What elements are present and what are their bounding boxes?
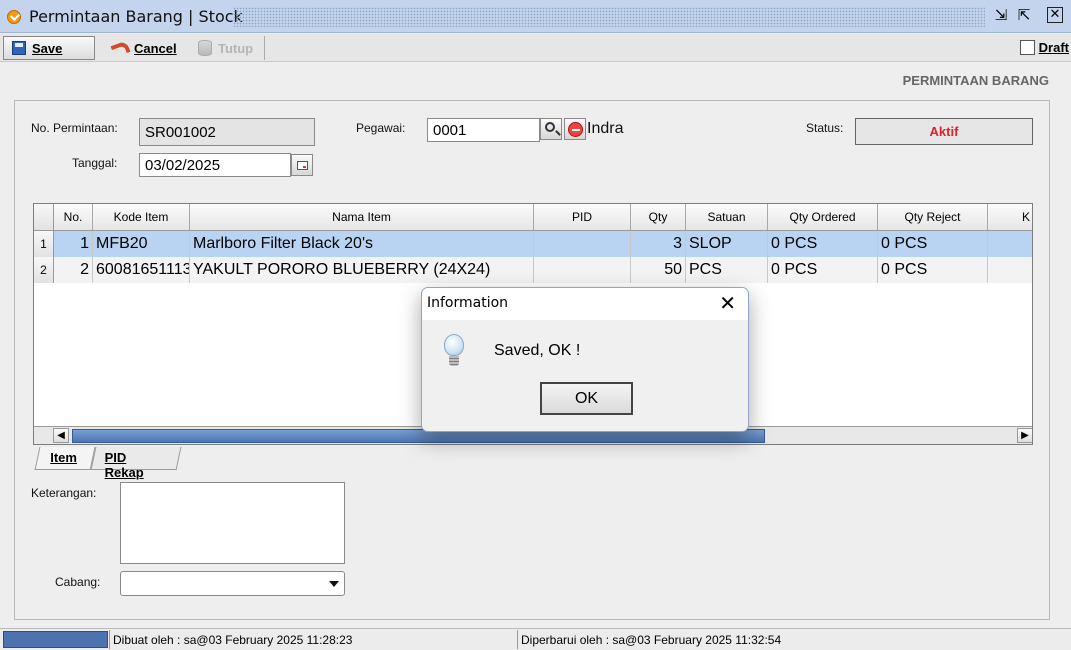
cell-qty-reject[interactable]: 0 PCS — [878, 257, 988, 283]
title-bar: Permintaan Barang | Stock ⇲ ⇱ ✕ — [0, 0, 1071, 33]
cell-no[interactable]: 2 — [54, 257, 93, 283]
updated-by-text: Diperbarui oleh : sa@03 February 2025 11… — [517, 630, 1071, 649]
dialog-title: Information — [427, 295, 509, 311]
cell-pid[interactable] — [534, 257, 631, 283]
tanggal-field[interactable]: 03/02/2025 — [139, 153, 291, 177]
cancel-button[interactable]: Cancel — [104, 36, 185, 60]
tanggal-label: Tanggal: — [72, 156, 118, 170]
cell-no[interactable]: 1 — [54, 231, 93, 257]
maximize-icon[interactable]: ⇱ — [1015, 6, 1033, 24]
toolbar: Save Cancel Tutup Draft — [0, 34, 1071, 62]
tab-pid-rekap[interactable]: PID Rekap — [90, 447, 182, 480]
information-dialog: Information ✕ Saved, OK ! OK — [421, 287, 749, 432]
column-header-k[interactable]: K — [988, 204, 1032, 230]
tab-pid-rekap-label: PID Rekap — [104, 450, 144, 480]
cell-kode-item[interactable]: MFB20 — [93, 231, 190, 257]
tab-item[interactable]: Item — [34, 447, 96, 470]
save-button[interactable]: Save — [3, 36, 95, 60]
clear-pegawai-button[interactable] — [564, 118, 586, 140]
created-by-text: Dibuat oleh : sa@03 February 2025 11:28:… — [109, 630, 517, 649]
column-header-qty[interactable]: Qty — [631, 204, 686, 230]
title-bar-pattern — [233, 7, 985, 27]
cell-satuan[interactable]: PCS — [686, 257, 768, 283]
tab-item-label: Item — [50, 450, 77, 465]
calendar-button[interactable] — [291, 154, 313, 176]
column-header-pid[interactable]: PID — [534, 204, 631, 230]
scroll-left-icon[interactable]: ◀ — [53, 428, 69, 443]
row-header[interactable]: 1 — [34, 231, 54, 257]
ok-button[interactable]: OK — [540, 382, 633, 415]
database-icon — [198, 40, 212, 56]
pegawai-field[interactable]: 0001 — [427, 118, 540, 142]
table-row[interactable]: 2 2 60081651113 YAKULT PORORO BLUEBERRY … — [34, 257, 1032, 283]
keterangan-field[interactable] — [120, 482, 345, 564]
pegawai-name: Indra — [587, 120, 624, 137]
undo-arrow-icon — [112, 41, 128, 55]
cell-k[interactable] — [988, 257, 1032, 283]
cell-nama-item[interactable]: YAKULT PORORO BLUEBERRY (24X24) — [190, 257, 534, 283]
cell-qty-ordered[interactable]: 0 PCS — [768, 257, 878, 283]
cell-qty-ordered[interactable]: 0 PCS — [768, 231, 878, 257]
table-row[interactable]: 1 1 MFB20 Marlboro Filter Black 20's 3 S… — [34, 231, 1032, 257]
table-header: No. Kode Item Nama Item PID Qty Satuan Q… — [34, 204, 1032, 231]
floppy-disk-icon — [12, 41, 26, 55]
cell-kode-item[interactable]: 60081651113 — [93, 257, 190, 283]
cell-qty[interactable]: 3 — [631, 231, 686, 257]
status-label: Status: — [806, 121, 844, 135]
close-window-icon[interactable]: ✕ — [1047, 7, 1063, 23]
row-header[interactable]: 2 — [34, 257, 54, 283]
draft-checkbox-box[interactable] — [1019, 40, 1035, 55]
cancel-button-label: Cancel — [134, 40, 177, 56]
toolbar-separator — [264, 36, 265, 60]
column-header-no[interactable]: No. — [54, 204, 93, 230]
status-badge: Aktif — [855, 118, 1033, 145]
cell-pid[interactable] — [534, 231, 631, 257]
keterangan-label: Keterangan: — [31, 486, 97, 500]
cell-qty[interactable]: 50 — [631, 257, 686, 283]
pegawai-label: Pegawai: — [356, 121, 406, 135]
window-title: Permintaan Barang | Stock — [29, 7, 243, 26]
status-bar: Dibuat oleh : sa@03 February 2025 11:28:… — [0, 628, 1071, 650]
draft-label: Draft — [1038, 40, 1069, 55]
search-icon — [545, 122, 555, 132]
cabang-select[interactable] — [120, 571, 345, 596]
tutup-button-label: Tutup — [218, 40, 254, 56]
column-header-kode-item[interactable]: Kode Item — [93, 204, 190, 230]
clear-icon — [568, 122, 583, 137]
column-header-satuan[interactable]: Satuan — [686, 204, 768, 230]
cell-k[interactable] — [988, 231, 1032, 257]
scroll-right-icon[interactable]: ▶ — [1017, 428, 1032, 443]
column-header-qty-ordered[interactable]: Qty Ordered — [768, 204, 878, 230]
lightbulb-icon — [442, 334, 468, 370]
calendar-icon — [297, 161, 308, 170]
app-icon — [7, 10, 21, 24]
cell-nama-item[interactable]: Marlboro Filter Black 20's — [190, 231, 534, 257]
draft-checkbox[interactable]: Draft — [1019, 40, 1069, 55]
cabang-label: Cabang: — [55, 575, 101, 589]
no-permintaan-label: No. Permintaan: — [31, 121, 118, 135]
column-header-qty-reject[interactable]: Qty Reject — [878, 204, 988, 230]
chevron-down-icon — [329, 581, 339, 587]
no-permintaan-field: SR001002 — [139, 118, 315, 146]
column-header-nama-item[interactable]: Nama Item — [190, 204, 534, 230]
progress-indicator — [3, 631, 108, 648]
row-header-corner — [34, 204, 54, 230]
save-button-label: Save — [32, 40, 63, 56]
dialog-message: Saved, OK ! — [494, 342, 581, 359]
close-icon[interactable]: ✕ — [719, 291, 736, 315]
cell-qty-reject[interactable]: 0 PCS — [878, 231, 988, 257]
form-heading: PERMINTAAN BARANG — [902, 73, 1049, 88]
search-pegawai-button[interactable] — [540, 118, 562, 140]
cell-satuan[interactable]: SLOP — [686, 231, 768, 257]
minimize-icon[interactable]: ⇲ — [992, 6, 1010, 24]
dialog-title-bar: Information ✕ — [422, 288, 748, 320]
tutup-button: Tutup — [190, 36, 261, 60]
